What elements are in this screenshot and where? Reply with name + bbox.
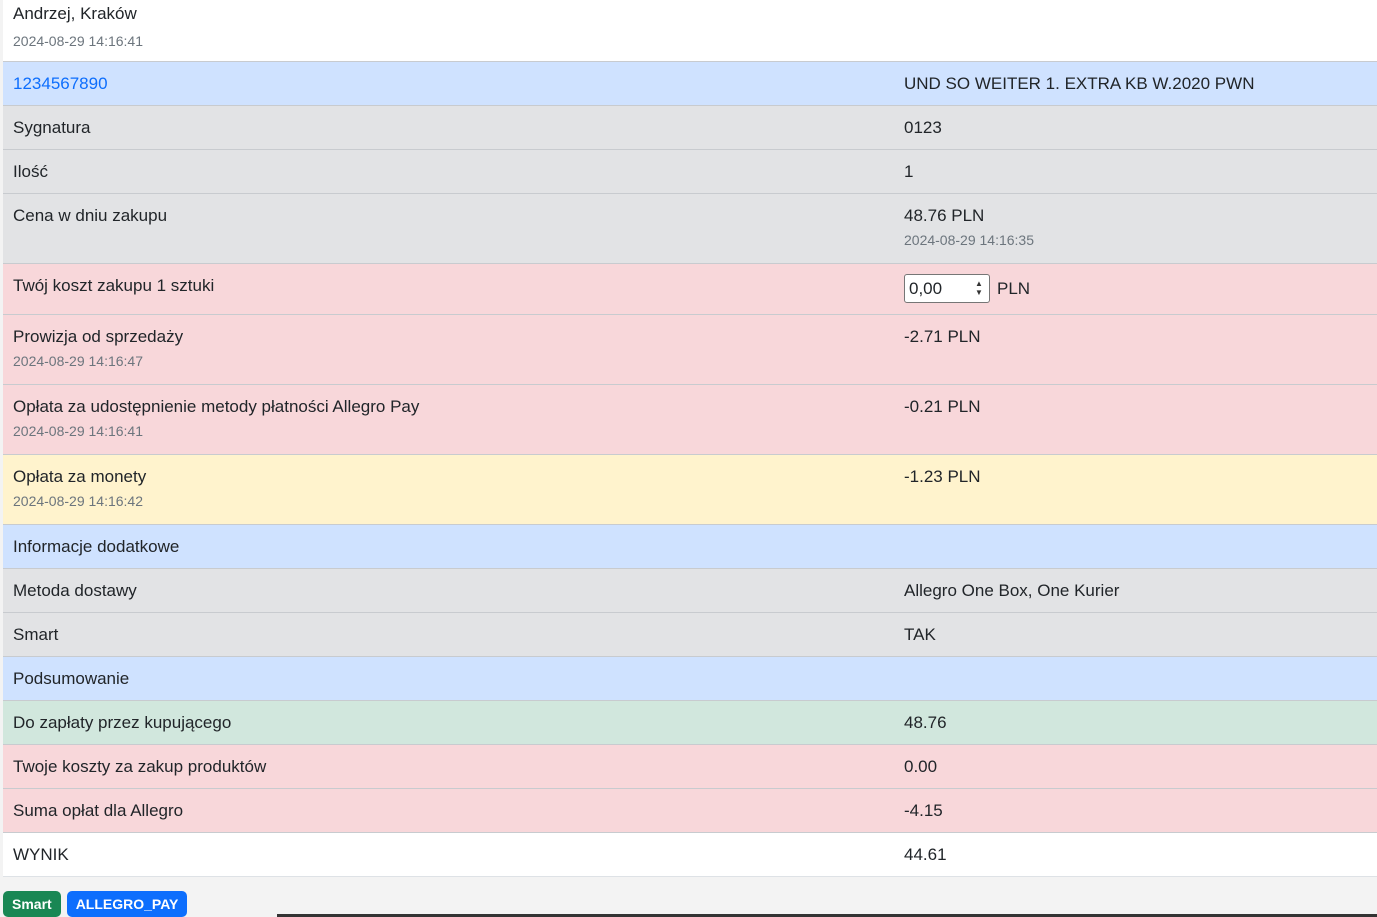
buyer-name: Andrzej, Kraków	[13, 4, 137, 23]
allegro-pay-fee-value: -0.21 PLN	[894, 384, 1377, 455]
result-label: WYNIK	[3, 832, 894, 877]
offer-id-link[interactable]: 1234567890	[13, 74, 108, 93]
smart-badge: Smart	[3, 891, 61, 917]
signature-value: 0123	[894, 105, 1377, 150]
smart-value: TAK	[894, 612, 1377, 657]
quantity-label: Ilość	[3, 149, 894, 194]
result-value: 44.61	[894, 832, 1377, 877]
signature-label: Sygnatura	[3, 105, 894, 150]
additional-info-header: Informacje dodatkowe	[3, 524, 1377, 569]
price-row: Cena w dniu zakupu 48.76 PLN 2024-08-29 …	[3, 193, 1377, 264]
cost-unit: PLN	[997, 278, 1031, 298]
buyer-pays-label: Do zapłaty przez kupującego	[3, 700, 894, 745]
order-card: Andrzej, Kraków 2024-08-29 14:16:41 1234…	[3, 0, 1377, 877]
commission-timestamp: 2024-08-29 14:16:47	[13, 353, 143, 369]
smart-row: Smart TAK	[3, 612, 1377, 657]
cost-label: Twój koszt zakupu 1 sztuki	[3, 263, 894, 315]
product-costs-label: Twoje koszty za zakup produktów	[3, 744, 894, 789]
summary-header: Podsumowanie	[3, 656, 1377, 701]
quantity-row: Ilość 1	[3, 149, 1377, 194]
coins-fee-timestamp: 2024-08-29 14:16:42	[13, 493, 143, 509]
commission-label: Prowizja od sprzedaży	[13, 327, 184, 346]
price-value: 48.76 PLN	[904, 206, 985, 225]
tag-badges: Smart ALLEGRO_PAY	[3, 891, 188, 917]
quantity-value: 1	[894, 149, 1377, 194]
allegro-pay-fee-timestamp: 2024-08-29 14:16:41	[13, 423, 143, 439]
product-row: 1234567890 UND SO WEITER 1. EXTRA KB W.2…	[3, 61, 1377, 106]
smart-label: Smart	[3, 612, 894, 657]
additional-info-title: Informacje dodatkowe	[3, 524, 894, 569]
order-header: Andrzej, Kraków 2024-08-29 14:16:41	[3, 0, 1377, 61]
allegro-pay-fee-label: Opłata za udostępnienie metody płatności…	[13, 397, 420, 416]
price-label: Cena w dniu zakupu	[3, 193, 894, 264]
product-costs-row: Twoje koszty za zakup produktów 0.00	[3, 744, 1377, 789]
cost-input-value: 0,00	[909, 279, 943, 298]
buyer-pays-value: 48.76	[894, 700, 1377, 745]
coins-fee-value: -1.23 PLN	[894, 454, 1377, 525]
order-timestamp: 2024-08-29 14:16:41	[13, 33, 143, 49]
allegro-fees-label: Suma opłat dla Allegro	[3, 788, 894, 833]
allegro-fees-row: Suma opłat dla Allegro -4.15	[3, 788, 1377, 833]
spinner-arrows-icon[interactable]: ▲ ▼	[973, 279, 985, 298]
order-details-table: 1234567890 UND SO WEITER 1. EXTRA KB W.2…	[3, 61, 1377, 877]
delivery-value: Allegro One Box, One Kurier	[894, 568, 1377, 613]
price-timestamp: 2024-08-29 14:16:35	[904, 232, 1034, 248]
coins-fee-label: Opłata za monety	[13, 467, 147, 486]
allegro-pay-badge: ALLEGRO_PAY	[66, 891, 188, 917]
result-row: WYNIK 44.61	[3, 832, 1377, 877]
allegro-fees-value: -4.15	[894, 788, 1377, 833]
coins-fee-row: Opłata za monety 2024-08-29 14:16:42 -1.…	[3, 454, 1377, 525]
allegro-pay-fee-row: Opłata za udostępnienie metody płatności…	[3, 384, 1377, 455]
delivery-label: Metoda dostawy	[3, 568, 894, 613]
product-title: UND SO WEITER 1. EXTRA KB W.2020 PWN	[894, 61, 1377, 106]
cost-row: Twój koszt zakupu 1 sztuki 0,00 ▲ ▼ PLN	[3, 263, 1377, 315]
commission-value: -2.71 PLN	[894, 314, 1377, 385]
buyer-pays-row: Do zapłaty przez kupującego 48.76	[3, 700, 1377, 745]
delivery-row: Metoda dostawy Allegro One Box, One Kuri…	[3, 568, 1377, 613]
product-costs-value: 0.00	[894, 744, 1377, 789]
summary-title: Podsumowanie	[3, 656, 894, 701]
cost-input[interactable]: 0,00 ▲ ▼	[904, 274, 990, 303]
commission-row: Prowizja od sprzedaży 2024-08-29 14:16:4…	[3, 314, 1377, 385]
signature-row: Sygnatura 0123	[3, 105, 1377, 150]
